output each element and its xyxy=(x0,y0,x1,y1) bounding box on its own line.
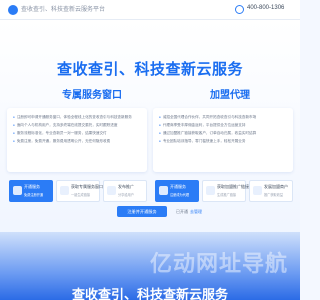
feature-bullet: 注册即可申请开通服务窗口，体验全程线上化的查收查引与科技查新服务 xyxy=(13,113,141,121)
step-publish[interactable]: 发布推广 分享给用户 xyxy=(103,180,147,202)
step-get-window-link[interactable]: 获取专属服务窗口链接 一键生成链接 xyxy=(56,180,111,202)
feature-bullet: 免费注册，免费开通，服务费用透明公开，无任何隐形收费 xyxy=(13,137,141,145)
logo-icon[interactable] xyxy=(8,5,18,15)
exclusive-window-steps: 开通服务 免费注册开通 获取专属服务窗口链接 一键生成链接 发布推广 分享给用户 xyxy=(9,180,147,202)
step-open-service[interactable]: 开通服务 免费注册开通 xyxy=(9,180,53,202)
service-icon xyxy=(13,186,22,195)
already-open-hint: 已开通 去管理 xyxy=(176,209,202,215)
exclusive-window-title: 专属服务窗口 xyxy=(62,90,122,101)
service-icon xyxy=(159,186,168,195)
watermark: 亿动网址导航 xyxy=(150,251,289,276)
step-sub: 生成推广链接 xyxy=(217,193,237,197)
register-open-service-button[interactable]: 注册并开通服务 xyxy=(117,206,167,217)
phone-number: 400-800-1306 xyxy=(247,5,285,11)
step-label: 获取加盟推广链接 xyxy=(217,184,249,189)
link-icon xyxy=(206,186,215,195)
link-icon xyxy=(60,186,69,195)
step-sub: 一键生成链接 xyxy=(71,193,91,197)
step-label: 发展加盟商户 xyxy=(264,184,288,189)
exclusive-window-panel: 注册即可申请开通服务窗口，体验全程线上化的查收查引与科技查新服务 面向个人与机构… xyxy=(7,108,147,172)
feature-bullet: 通过加盟推广链接获取客户，订单自动归属，收益实时结算 xyxy=(159,129,287,137)
feature-bullet: 代理商享受丰厚佣金返利，平台提供全方位运营支持 xyxy=(159,121,287,129)
already-open-text: 已开通 xyxy=(176,209,188,214)
step-sub: 注册成为代理 xyxy=(170,193,190,197)
franchise-panel: 诚招全国代理合作伙伴，共同开拓查收查引与科技查新市场 代理商享受丰厚佣金返利，平… xyxy=(153,108,293,172)
brand-name[interactable]: 查收查引、科技查新云服务平台 xyxy=(21,4,105,13)
feature-bullet: 服务流程标准化，专业查新员一对一服务，结果快速交付 xyxy=(13,129,141,137)
step-label: 发布推广 xyxy=(118,184,134,189)
step-open-service[interactable]: 开通服务 注册成为代理 xyxy=(155,180,199,202)
step-label: 开通服务 xyxy=(170,184,186,189)
phone-icon xyxy=(235,5,244,14)
step-sub: 免费注册开通 xyxy=(24,193,44,197)
step-label: 开通服务 xyxy=(24,184,40,189)
hero-title: 查收查引、科技查新云服务 xyxy=(56,61,243,78)
footer-title: 查收查引、科技查新云服务 xyxy=(71,287,228,300)
step-sub: 推广获取收益 xyxy=(264,193,284,197)
top-bar: 查收查引、科技查新云服务平台 400-800-1306 xyxy=(0,0,300,20)
feature-bullet: 专业团队培训指导，零门槛快速上手，轻松开展业务 xyxy=(159,137,287,145)
manage-link[interactable]: 去管理 xyxy=(190,209,202,214)
feature-bullet: 面向个人与机构用户，支持多终端在线提交委托，实时跟踪进度 xyxy=(13,121,141,129)
franchise-steps: 开通服务 注册成为代理 获取加盟推广链接 生成推广链接 发展加盟商户 推广获取收… xyxy=(155,180,293,202)
step-get-franchise-link[interactable]: 获取加盟推广链接 生成推广链接 xyxy=(202,180,249,202)
feature-bullet: 诚招全国代理合作伙伴，共同开拓查收查引与科技查新市场 xyxy=(159,113,287,121)
step-develop-merchants[interactable]: 发展加盟商户 推广获取收益 xyxy=(249,180,293,202)
users-icon xyxy=(253,186,262,195)
share-icon xyxy=(107,186,116,195)
step-label: 获取专属服务窗口链接 xyxy=(71,184,111,189)
franchise-title: 加盟代理 xyxy=(210,90,250,101)
step-sub: 分享给用户 xyxy=(118,193,134,197)
